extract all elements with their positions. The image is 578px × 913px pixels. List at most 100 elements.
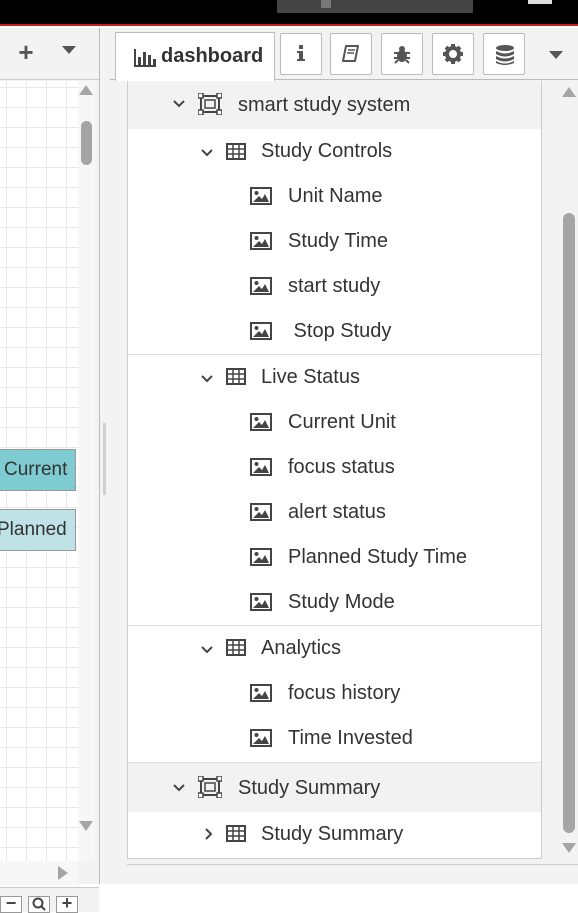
tree-tab-label: smart study system [238,94,411,116]
table-icon [226,143,246,160]
flow-list-chevron-down-icon[interactable] [62,46,76,54]
canvas-horizontal-scrollbar[interactable] [0,861,78,885]
tree-widget-label: Study Mode [288,591,395,613]
info-icon [297,45,305,61]
sidebar-splitter[interactable] [100,28,110,884]
tab-label: dashboard [161,45,264,67]
zoom-controls: − + [0,887,99,913]
tree-widget-label: Stop Study [288,320,392,342]
scroll-up-icon[interactable] [562,87,576,97]
chevron-down-icon[interactable] [172,783,186,793]
tree-group-label: Live Status [261,366,360,388]
add-flow-icon[interactable]: + [14,39,38,65]
tree-widget-row[interactable]: Study Mode [128,580,541,625]
tree-widget-label: alert status [288,501,386,523]
search-icon [32,897,46,911]
image-icon [250,322,272,340]
scroll-up-icon[interactable] [79,85,93,95]
splitter-grip[interactable] [103,423,106,495]
tree-widget-row[interactable]: focus history [128,671,541,716]
tree-group-label: Study Controls [261,140,393,162]
table-icon [226,825,246,842]
tree-widget-row[interactable]: focus status [128,445,541,490]
workspace-tabs-bar: + [0,28,99,80]
tab-help-button[interactable] [330,33,372,75]
tree-widget-label: Time Invested [288,727,413,749]
image-icon [250,503,272,521]
scroll-down-icon[interactable] [562,843,576,853]
image-icon [250,187,272,205]
scroll-down-icon[interactable] [79,821,93,831]
sidebar-tabbar: dashboard [110,28,578,81]
chevron-down-icon[interactable] [200,148,214,158]
tree-widget-row[interactable]: Planned Study Time [128,535,541,580]
chevron-down-icon[interactable] [172,99,186,109]
image-icon [250,277,272,295]
tree-widget-row[interactable]: start study [128,264,541,309]
flow-node-planned[interactable]: Planned [0,509,76,551]
sidebar-more-chevron-down-icon[interactable] [549,51,563,59]
chevron-down-icon[interactable] [200,374,214,384]
deploy-button[interactable] [277,0,473,13]
tree-group-label: Analytics [261,637,342,659]
image-icon [250,548,272,566]
tab-context-button[interactable] [483,33,525,75]
tab-info-button[interactable] [280,33,322,75]
tree-widget-label: Planned Study Time [288,546,467,568]
tree-group-row[interactable]: Analytics [128,625,541,670]
book-icon [342,45,359,62]
scroll-thumb[interactable] [563,213,575,833]
flow-node-label: Planned [0,519,67,540]
dashboard-layout-tree: smart study system Study Controls Unit N… [127,81,542,859]
gear-icon [443,44,463,64]
flow-canvas[interactable]: Current Planned [0,81,78,861]
tree-widget-label: Unit Name [288,185,383,207]
tree-widget-row[interactable]: Unit Name [128,174,541,219]
tree-widget-label: focus status [288,456,395,478]
tree-widget-label: Study Time [288,230,389,252]
main-menu-icon[interactable] [528,0,552,4]
tree-tab-label: Study Summary [238,777,381,799]
scroll-thumb[interactable] [81,121,92,165]
panel-footer-divider [127,864,578,865]
tree-tab-row[interactable]: smart study system [128,81,541,129]
zoom-out-button[interactable]: − [0,894,22,913]
image-icon [250,593,272,611]
tree-widget-label: Current Unit [288,411,396,433]
tab-debug-button[interactable] [381,33,423,75]
tree-group-row[interactable]: Live Status [128,354,541,399]
chevron-down-icon[interactable] [200,645,214,655]
image-icon [250,413,272,431]
image-icon [250,458,272,476]
tab-dashboard[interactable]: dashboard [115,32,275,81]
tree-widget-row[interactable]: alert status [128,490,541,535]
deploy-icon [321,0,331,8]
tree-widget-row[interactable]: Time Invested [128,716,541,761]
tree-group-row[interactable]: Study Summary [128,812,541,857]
flow-node-current[interactable]: Current [0,449,76,491]
scroll-right-icon[interactable] [58,866,68,880]
table-icon [226,368,246,385]
flow-node-label: Current [4,459,68,480]
tree-group-label: Study Summary [261,823,404,845]
tree-widget-label: focus history [288,682,401,704]
workspace: + Current Planned − + [0,28,100,913]
tree-widget-row[interactable]: Study Time [128,219,541,264]
tree-tab-row[interactable]: Study Summary [128,762,541,812]
tree-widget-row[interactable]: Stop Study [128,309,541,354]
table-icon [226,639,246,656]
dashboard-tab-icon [198,776,222,798]
database-icon [496,45,514,65]
zoom-reset-button[interactable] [28,896,50,913]
canvas-vertical-scrollbar[interactable] [78,81,95,861]
zoom-in-button[interactable]: + [56,894,78,913]
tree-widget-row[interactable]: Current Unit [128,400,541,445]
tree-vertical-scrollbar[interactable] [560,81,578,871]
tree-group-row[interactable]: Study Controls [128,129,541,174]
image-icon [250,684,272,702]
chevron-right-icon[interactable] [204,827,214,841]
tab-config-button[interactable] [432,33,474,75]
bug-icon [394,46,410,64]
app-header [0,0,578,26]
image-icon [250,232,272,250]
